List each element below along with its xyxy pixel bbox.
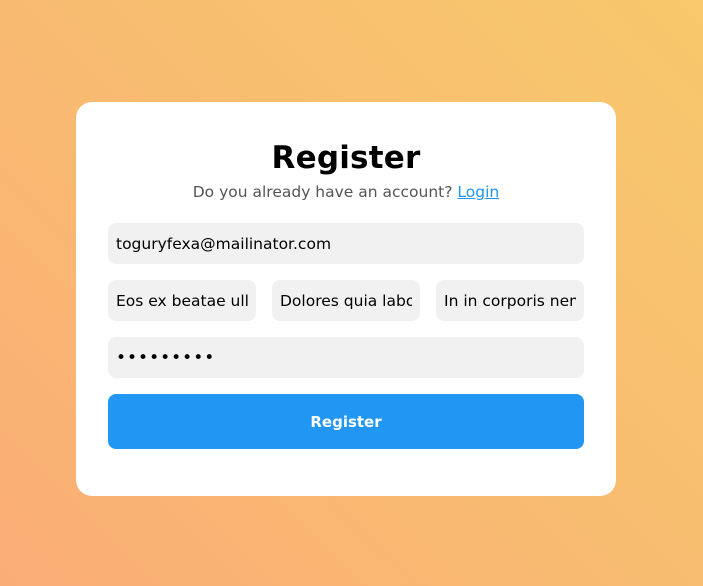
login-link[interactable]: Login	[457, 183, 499, 201]
text-field-3[interactable]	[436, 280, 584, 321]
text-field-2[interactable]	[272, 280, 420, 321]
register-card: Register Do you already have an account?…	[76, 102, 616, 496]
login-prompt: Do you already have an account? Login	[108, 182, 584, 202]
text-field-1[interactable]	[108, 280, 256, 321]
register-button[interactable]: Register	[108, 394, 584, 449]
email-field[interactable]	[108, 223, 584, 264]
form-title: Register	[271, 140, 421, 176]
password-field[interactable]	[108, 337, 584, 378]
name-fields-row	[108, 280, 584, 321]
login-prompt-text: Do you already have an account?	[192, 183, 453, 201]
